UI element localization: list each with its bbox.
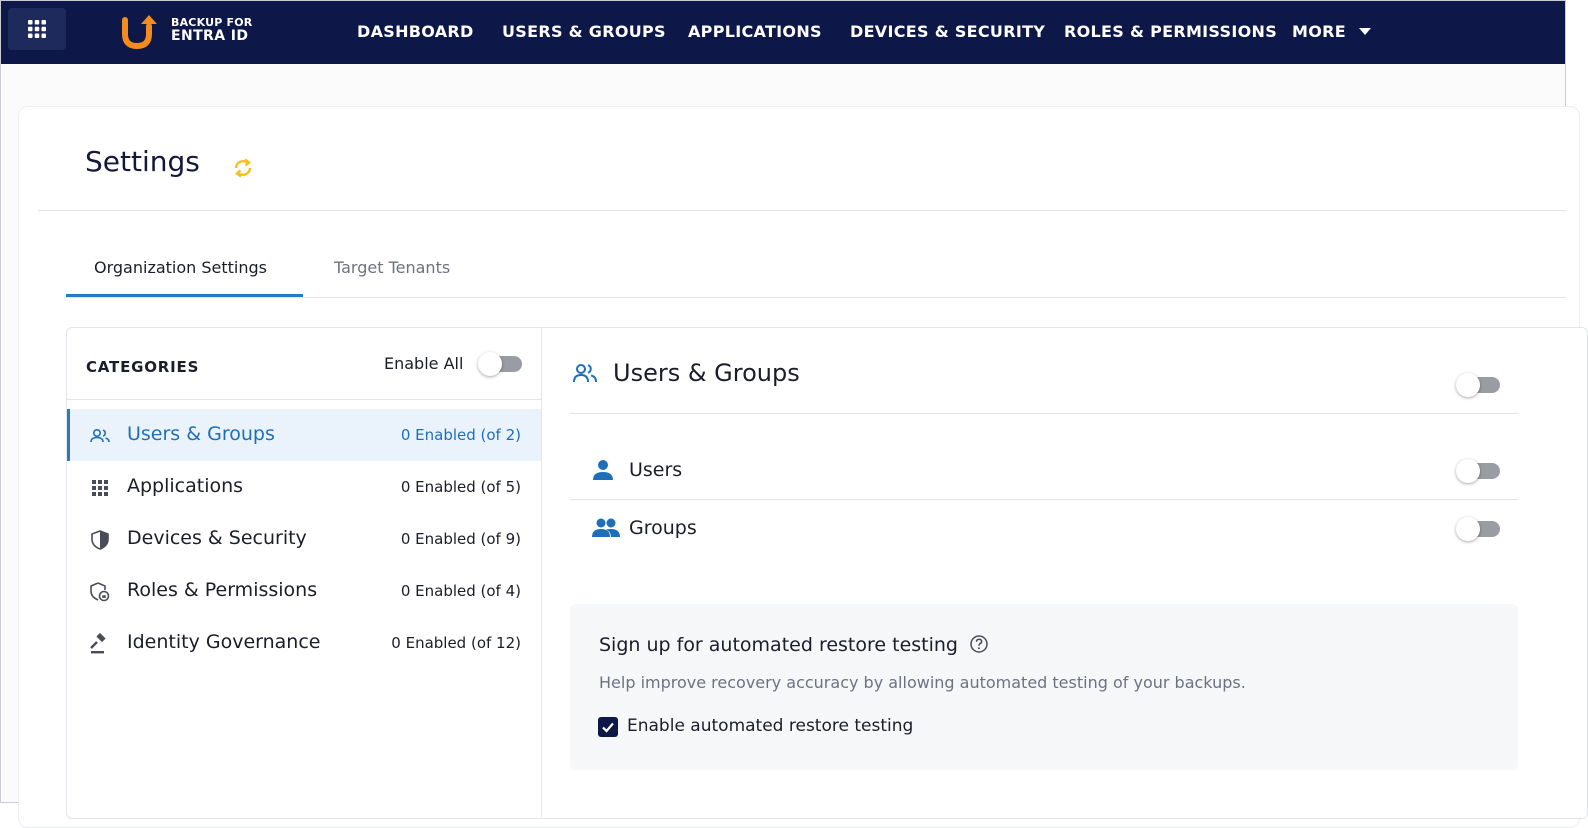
tabs-divider [66,297,1566,298]
category-count: 0 Enabled (of 9) [400,530,521,548]
groups-row-label: Groups [629,517,697,539]
row-divider [570,499,1518,500]
apps-grid-icon [89,477,111,499]
users-toggle[interactable] [1456,459,1500,483]
category-count: 0 Enabled (of 5) [400,478,521,496]
chevron-down-icon [1358,28,1371,35]
section-toggle[interactable] [1456,373,1500,397]
shield-icon [89,529,111,551]
category-count: 0 Enabled (of 4) [400,582,521,600]
category-roles-permissions[interactable]: Roles & Permissions 0 Enabled (of 4) [67,565,541,617]
title-divider [38,210,1566,211]
section-title: Users & Groups [613,359,800,387]
category-users-groups[interactable]: Users & Groups 0 Enabled (of 2) [67,409,541,461]
enable-all-toggle[interactable] [478,352,522,376]
nav-roles-permissions[interactable]: ROLES & PERMISSIONS [1064,0,1277,63]
categories-header: CATEGORIES [86,358,200,376]
groups-toggle[interactable] [1456,517,1500,541]
restore-testing-title: Sign up for automated restore testing [599,634,958,656]
restore-testing-checkbox[interactable] [598,717,618,737]
backup-logo-icon [122,15,157,50]
nav-applications[interactable]: APPLICATIONS [688,0,822,63]
restore-testing-checkbox-label[interactable]: Enable automated restore testing [627,716,913,736]
panel-divider [541,328,542,817]
brand-logo[interactable]: BACKUP FOR ENTRA ID [121,12,252,50]
restore-testing-description: Help improve recovery accuracy by allowi… [599,673,1246,692]
gavel-icon [89,633,111,655]
category-label: Roles & Permissions [127,579,318,601]
tab-target-tenants[interactable]: Target Tenants [334,258,450,277]
help-icon[interactable] [969,634,989,658]
nav-users-groups[interactable]: USERS & GROUPS [502,0,666,63]
enable-all-label: Enable All [384,354,464,373]
category-label: Devices & Security [127,527,307,549]
section-divider [570,413,1518,414]
category-count: 0 Enabled (of 12) [391,634,521,652]
checkmark-icon [602,722,614,733]
group-icon [592,517,620,543]
app-launcher-button[interactable] [8,8,66,50]
tab-organization-settings[interactable]: Organization Settings [94,258,267,277]
category-label: Applications [127,475,244,497]
category-applications[interactable]: Applications 0 Enabled (of 5) [67,461,541,513]
shield-lock-icon [89,581,111,603]
user-icon [592,459,614,485]
users-groups-icon [89,425,111,447]
category-count: 0 Enabled (of 2) [400,426,521,444]
category-devices-security[interactable]: Devices & Security 0 Enabled (of 9) [67,513,541,565]
users-row-label: Users [629,459,683,481]
category-identity-governance[interactable]: Identity Governance 0 Enabled (of 12) [67,617,541,669]
category-label: Identity Governance [127,631,321,653]
categories-divider [67,399,541,400]
nav-dashboard[interactable]: DASHBOARD [357,0,474,63]
nav-devices-security[interactable]: DEVICES & SECURITY [850,0,1045,63]
nav-more-label: MORE [1292,22,1346,41]
refresh-icon[interactable] [232,156,254,184]
users-groups-icon [572,362,598,388]
category-label: Users & Groups [127,423,275,445]
page-title: Settings [85,145,200,178]
grid-icon [28,20,46,38]
nav-more[interactable]: MORE [1292,0,1371,63]
logo-line-2: ENTRA ID [171,28,249,45]
